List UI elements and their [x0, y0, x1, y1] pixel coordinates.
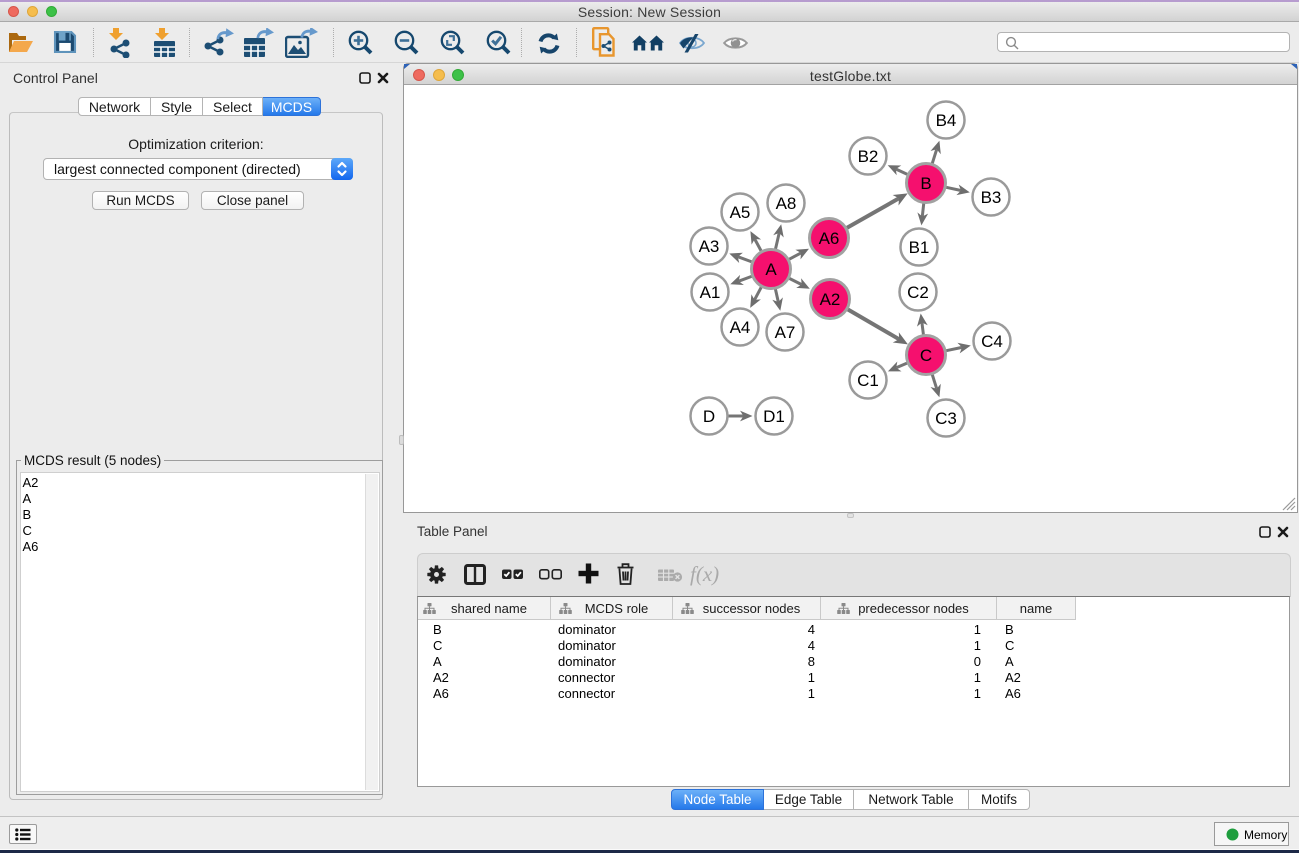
- svg-text:A2: A2: [820, 290, 841, 309]
- svg-text:B: B: [920, 174, 931, 193]
- svg-text:A6: A6: [819, 229, 840, 248]
- svg-text:B4: B4: [936, 111, 957, 130]
- svg-text:B3: B3: [981, 188, 1002, 207]
- svg-text:A7: A7: [775, 323, 796, 342]
- svg-text:A5: A5: [730, 203, 751, 222]
- svg-text:B1: B1: [909, 238, 930, 257]
- svg-text:A1: A1: [700, 283, 721, 302]
- svg-text:C3: C3: [935, 409, 957, 428]
- svg-text:A8: A8: [776, 194, 797, 213]
- svg-text:A3: A3: [699, 237, 720, 256]
- svg-text:A4: A4: [730, 318, 751, 337]
- svg-text:D: D: [703, 407, 715, 426]
- svg-text:C4: C4: [981, 332, 1003, 351]
- svg-text:C: C: [920, 346, 932, 365]
- svg-text:C2: C2: [907, 283, 929, 302]
- svg-text:A: A: [765, 260, 777, 279]
- svg-text:D1: D1: [763, 407, 785, 426]
- svg-text:B2: B2: [858, 147, 879, 166]
- svg-text:C1: C1: [857, 371, 879, 390]
